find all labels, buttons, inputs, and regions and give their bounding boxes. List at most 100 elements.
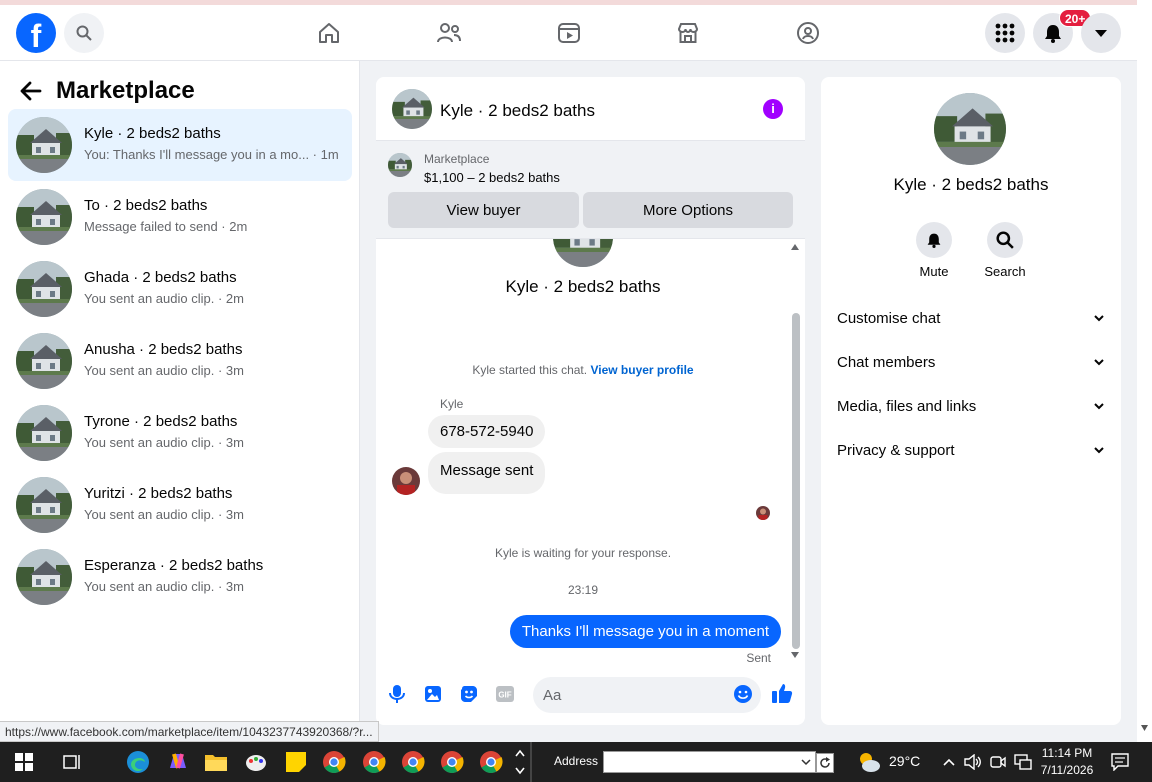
address-toolbar-input[interactable] — [603, 751, 816, 773]
menu-button[interactable] — [985, 13, 1025, 53]
conversation-item[interactable]: Esperanza · 2 beds2 baths You sent an au… — [8, 541, 352, 613]
nav-groups[interactable] — [794, 19, 822, 47]
emoji-button[interactable] — [732, 683, 754, 705]
more-options-button[interactable]: More Options — [583, 192, 793, 228]
voice-clip-button[interactable] — [386, 683, 408, 705]
task-view-button[interactable] — [58, 748, 86, 776]
mute-action[interactable]: Mute — [904, 222, 964, 279]
chevron-down-icon[interactable] — [801, 759, 811, 766]
file-explorer-button[interactable] — [202, 748, 230, 776]
chat-avatar[interactable] — [392, 89, 432, 129]
edge-icon — [127, 751, 149, 773]
chrome-icon — [441, 751, 464, 773]
conversation-item[interactable]: Tyrone · 2 beds2 baths You sent an audio… — [8, 397, 352, 469]
edge-taskbar-button[interactable] — [124, 748, 152, 776]
paint-taskbar-button[interactable] — [242, 748, 270, 776]
search-icon — [76, 25, 92, 41]
message-input[interactable] — [533, 677, 761, 713]
chat-details-panel: Kyle · 2 beds2 baths Mute Search Customi… — [821, 77, 1121, 725]
timestamp: 23:19 — [567, 583, 599, 597]
sticker-icon — [461, 686, 477, 702]
nav-marketplace[interactable] — [674, 19, 702, 47]
section-chat-members[interactable]: Chat members — [837, 347, 1105, 377]
gif-button[interactable]: GIF — [494, 683, 516, 705]
system-clock[interactable]: 11:14 PM 7/11/2026 — [1030, 745, 1104, 779]
scroll-up-icon[interactable] — [790, 243, 800, 251]
section-media-files-links[interactable]: Media, files and links — [837, 391, 1105, 421]
sticker-button[interactable] — [458, 683, 480, 705]
nav-video[interactable] — [555, 19, 583, 47]
info-icon[interactable]: i — [763, 99, 783, 119]
chevron-down-icon — [1094, 447, 1104, 454]
message-thread: Kyle · 2 beds2 baths Kyle started this c… — [376, 239, 805, 665]
attach-photo-button[interactable] — [422, 683, 444, 705]
back-arrow-icon[interactable] — [18, 79, 44, 103]
listing-price[interactable]: $1,100 – 2 beds2 baths — [424, 170, 560, 185]
like-button[interactable] — [771, 682, 793, 704]
conversation-item[interactable]: Kyle · 2 beds2 baths You: Thanks I'll me… — [8, 109, 352, 181]
address-go-button[interactable] — [816, 753, 834, 773]
taskbar-separator — [530, 742, 532, 782]
conversation-item[interactable]: To · 2 beds2 baths Message failed to sen… — [8, 181, 352, 253]
sticky-note-icon — [286, 752, 306, 772]
conversation-name: Anusha · 2 beds2 baths — [84, 341, 243, 358]
marketplace-label: Marketplace — [424, 152, 490, 166]
chat-started-text: Kyle started this chat. — [472, 363, 588, 377]
view-buyer-profile-link[interactable]: View buyer profile — [590, 363, 693, 377]
scroll-down-icon[interactable] — [1140, 724, 1149, 732]
listing-thumbnail — [16, 117, 72, 173]
conversation-item[interactable]: Ghada · 2 beds2 baths You sent an audio … — [8, 253, 352, 325]
listing-thumbnail — [16, 405, 72, 461]
taskbar-scroll-button[interactable] — [510, 748, 530, 776]
link-status-bar: https://www.facebook.com/marketplace/ite… — [0, 721, 379, 742]
view-buyer-button[interactable]: View buyer — [388, 192, 579, 228]
nav-friends[interactable] — [435, 19, 463, 47]
conversation-preview: You sent an audio clip. · 3m — [84, 579, 244, 594]
chrome-taskbar-button[interactable] — [399, 748, 427, 776]
volume-button[interactable] — [962, 748, 984, 776]
scroll-down-icon[interactable] — [790, 651, 800, 659]
outgoing-message[interactable]: Thanks I'll message you in a moment — [509, 615, 781, 648]
weather-widget[interactable] — [855, 748, 883, 776]
contact-avatar[interactable] — [934, 93, 1006, 165]
incoming-message[interactable]: 678-572-5940 — [428, 415, 546, 448]
conversation-item[interactable]: Yuritzi · 2 beds2 baths You sent an audi… — [8, 469, 352, 541]
section-label: Customise chat — [837, 309, 941, 327]
task-view-icon — [63, 755, 80, 769]
chrome-taskbar-button[interactable] — [360, 748, 388, 776]
page-scrollbar[interactable] — [1137, 0, 1152, 742]
start-button[interactable] — [10, 748, 38, 776]
chevron-down-icon — [1094, 403, 1104, 410]
copilot-taskbar-button[interactable] — [164, 748, 192, 776]
weather-temperature[interactable]: 29°C — [889, 753, 920, 769]
chat-scrollbar[interactable] — [792, 313, 800, 649]
page-title: Marketplace — [56, 77, 195, 104]
read-receipt-avatar — [756, 506, 770, 520]
conversation-item[interactable]: Anusha · 2 beds2 baths You sent an audio… — [8, 325, 352, 397]
chat-title[interactable]: Kyle · 2 beds2 baths — [440, 101, 595, 121]
conversation-list-panel: Marketplace Kyle · 2 beds2 baths You: Th… — [0, 61, 360, 721]
chrome-taskbar-button[interactable] — [477, 748, 505, 776]
listing-thumbnail — [16, 261, 72, 317]
facebook-logo-icon[interactable]: f — [16, 13, 56, 53]
bell-icon — [1045, 25, 1061, 43]
sticky-notes-button[interactable] — [282, 748, 310, 776]
section-customise-chat[interactable]: Customise chat — [837, 303, 1105, 333]
chrome-taskbar-button[interactable] — [438, 748, 466, 776]
meet-now-button[interactable] — [988, 748, 1008, 776]
section-privacy-support[interactable]: Privacy & support — [837, 435, 1105, 465]
incoming-message[interactable]: Message sent — [428, 452, 546, 494]
nav-home[interactable] — [315, 19, 343, 47]
search-action[interactable]: Search — [975, 222, 1035, 279]
windows-logo-icon — [15, 753, 33, 771]
listing-thumbnail — [16, 477, 72, 533]
notification-center-button[interactable] — [1106, 748, 1134, 776]
account-button[interactable] — [1081, 13, 1121, 53]
microphone-icon — [389, 685, 405, 703]
conversation-preview: You sent an audio clip. · 3m — [84, 435, 244, 450]
show-hidden-icons-button[interactable] — [940, 748, 958, 776]
search-button[interactable] — [64, 13, 104, 53]
chrome-taskbar-button[interactable] — [320, 748, 348, 776]
conversation-preview: You sent an audio clip. · 3m — [84, 507, 244, 522]
section-label: Media, files and links — [837, 397, 977, 415]
